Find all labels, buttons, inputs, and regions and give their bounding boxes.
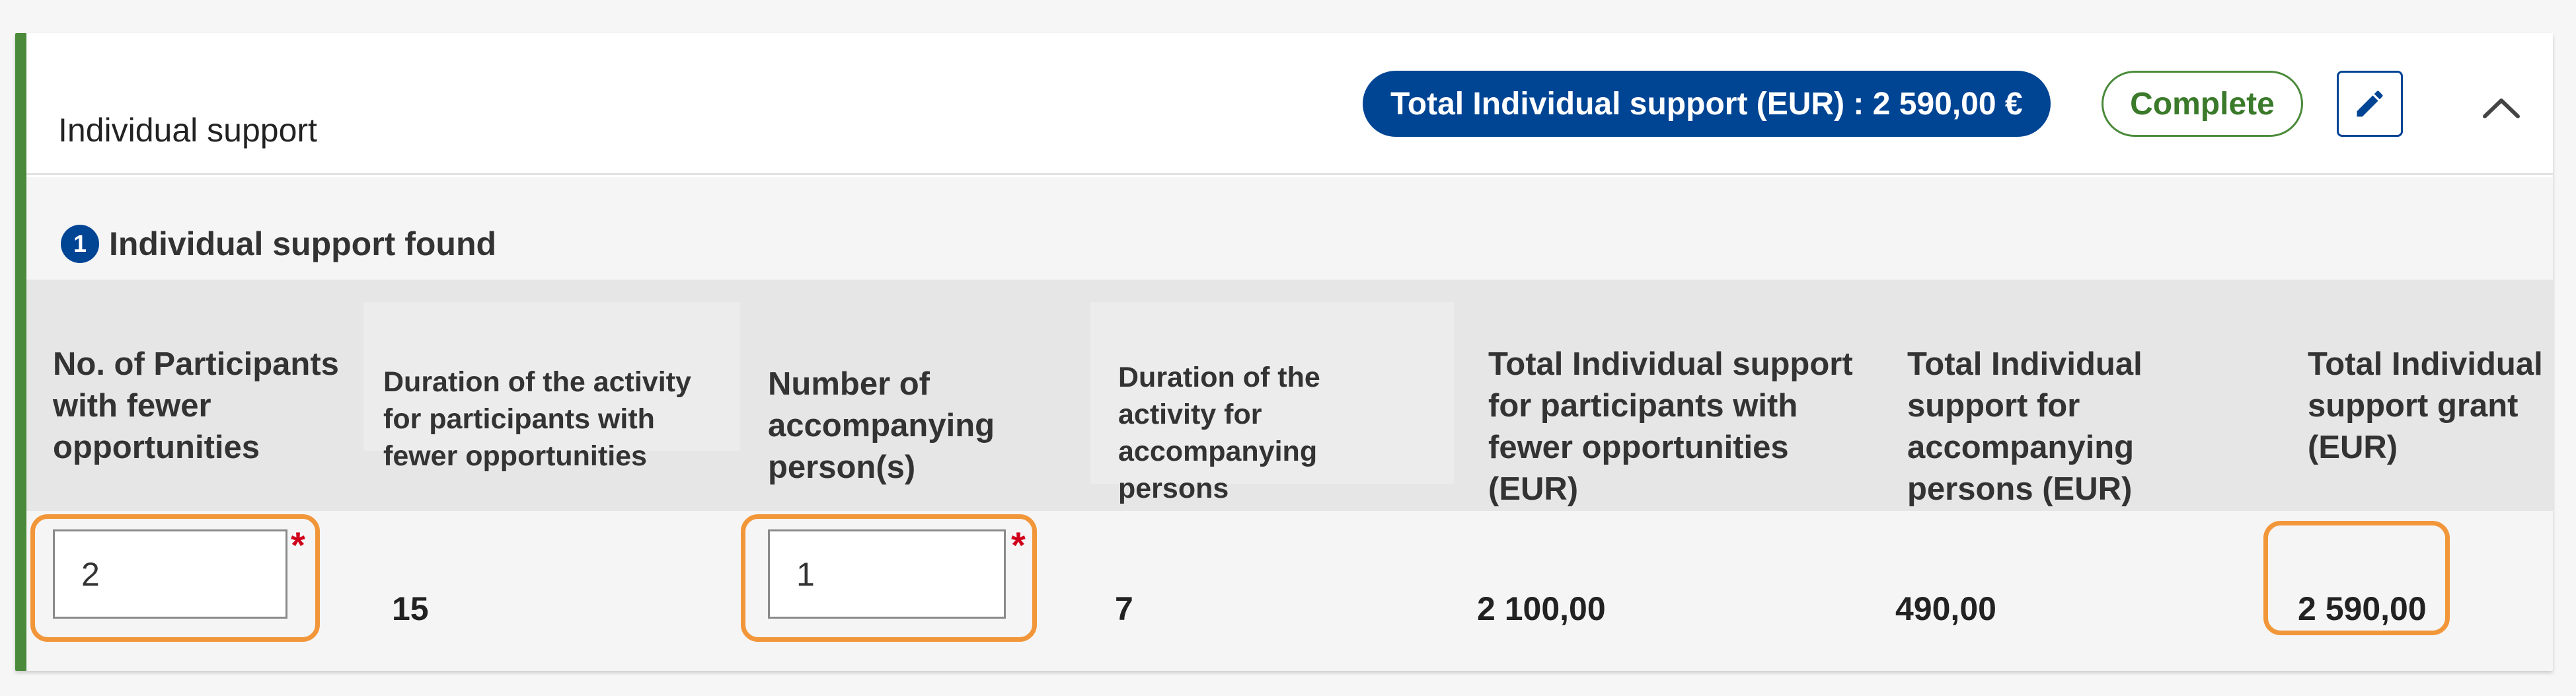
col-header-total-participants: Total Individual support for participant…	[1488, 346, 1853, 507]
duration-participants-value: 15	[392, 590, 429, 627]
results-label: Individual support found	[109, 225, 497, 262]
col-header-duration-accompanying: Duration of the activity for accompanyin…	[1118, 362, 1320, 504]
collapse-button[interactable]	[2478, 85, 2524, 131]
total-accompanying-value: 490,00	[1895, 590, 1996, 627]
accompanying-input[interactable]	[768, 529, 1006, 619]
participants-input[interactable]	[53, 529, 287, 619]
section-title: Individual support	[58, 112, 317, 149]
col-header-participants: No. of Participants with fewer opportuni…	[53, 346, 339, 465]
required-marker: *	[1011, 524, 1026, 566]
table-header: No. of Participants with fewer opportuni…	[26, 280, 2553, 511]
total-support-badge: Total Individual support (EUR) : 2 590,0…	[1363, 71, 2051, 137]
results-summary: 1 Individual support found	[26, 177, 2553, 280]
chevron-up-icon	[2483, 98, 2520, 118]
total-grant-value: 2 590,00	[2298, 590, 2427, 627]
col-header-duration-participants: Duration of the activity for participant…	[383, 366, 691, 472]
individual-support-panel: Individual support Total Individual supp…	[15, 33, 2553, 671]
status-badge: Complete	[2102, 71, 2303, 137]
col-header-total-accompanying: Total Individual support for accompanyin…	[1907, 346, 2142, 507]
col-header-accompanying: Number of accompanying person(s)	[768, 366, 995, 485]
duration-accompanying-value: 7	[1115, 590, 1133, 627]
results-count-badge: 1	[61, 225, 99, 263]
panel-header[interactable]: Individual support Total Individual supp…	[26, 33, 2553, 175]
edit-button[interactable]	[2337, 71, 2403, 137]
total-participants-value: 2 100,00	[1477, 590, 1606, 627]
col-header-total-grant: Total Individual support grant (EUR)	[2308, 346, 2543, 465]
pencil-icon	[2357, 91, 2383, 117]
required-marker: *	[291, 524, 305, 566]
